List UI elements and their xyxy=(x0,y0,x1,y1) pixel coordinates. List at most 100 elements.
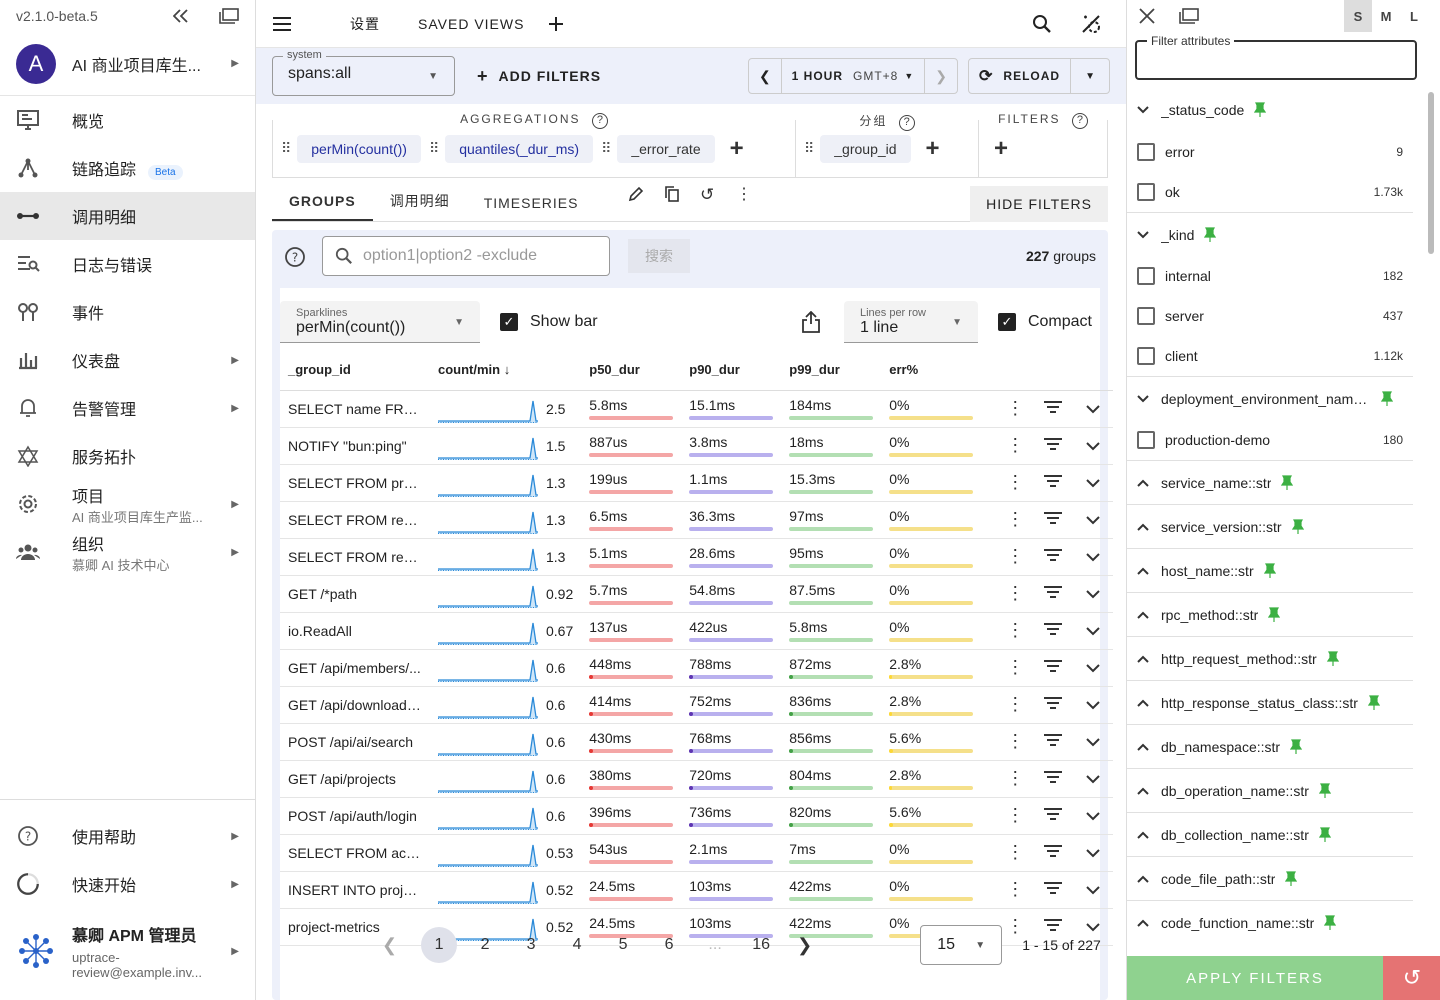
share-icon[interactable] xyxy=(802,311,820,333)
attribute-header[interactable]: db_collection_name::str xyxy=(1127,812,1413,856)
table-row[interactable]: SELECT FROM replic... 1.3 6.5ms 36.3ms 9… xyxy=(280,501,1114,539)
per-page-select[interactable]: 15 ▼ xyxy=(920,925,1003,965)
tab-spans[interactable]: 调用明细 xyxy=(373,191,467,221)
table-row[interactable]: INSERT INTO project_... 0.52 24.5ms 103m… xyxy=(280,871,1114,909)
page-button[interactable]: 6 xyxy=(651,927,687,963)
add-icon[interactable] xyxy=(548,16,564,32)
tab-timeseries[interactable]: TIMESERIES xyxy=(467,195,596,221)
filter-lines-icon[interactable] xyxy=(1041,400,1065,414)
copy-icon[interactable] xyxy=(664,186,680,202)
search-input[interactable]: option1|option2 -exclude xyxy=(322,236,610,276)
table-row[interactable]: GET /api/members/... 0.6 448ms 788ms 872… xyxy=(280,649,1114,687)
pin-icon[interactable] xyxy=(1326,650,1339,667)
pin-icon[interactable] xyxy=(1381,390,1393,407)
user-card[interactable]: 慕卿 APM 管理员 uptrace- review@example.inv..… xyxy=(0,908,255,1000)
group-name[interactable]: NOTIFY "bun:ping" xyxy=(280,427,430,465)
nav-item-5[interactable]: 仪表盘 ▶ xyxy=(0,336,255,384)
reload-button[interactable]: ⟳ RELOAD xyxy=(969,59,1072,93)
size-s-button[interactable]: S xyxy=(1344,0,1372,32)
drag-handle-icon[interactable]: ⠿ xyxy=(601,140,611,157)
table-row[interactable]: io.ReadAll 0.67 137us 422us 5.8ms 0% ⋮ xyxy=(280,612,1114,650)
attribute-header[interactable]: http_request_method::str xyxy=(1127,636,1413,680)
attribute-header[interactable]: service_name::str xyxy=(1127,460,1413,504)
chevron-down-icon[interactable] xyxy=(1081,774,1105,784)
size-m-button[interactable]: M xyxy=(1372,0,1400,32)
more-vert-icon[interactable]: ⋮ xyxy=(1003,546,1027,567)
group-name[interactable]: GET /api/downloads/... xyxy=(280,686,430,724)
col-err[interactable]: err% xyxy=(881,350,982,391)
attribute-header[interactable]: code_function_name::str xyxy=(1127,900,1413,944)
group-name[interactable]: SELECT FROM achiev... xyxy=(280,834,430,872)
lines-per-row-select[interactable]: Lines per row 1 line ▼ xyxy=(843,301,978,343)
group-chip[interactable]: _group_id xyxy=(820,134,911,163)
table-row[interactable]: SELECT FROM projec... 1.3 199us 1.1ms 15… xyxy=(280,464,1114,502)
compact-checkbox[interactable]: ✓ xyxy=(997,313,1016,331)
more-vert-icon[interactable]: ⋮ xyxy=(1003,657,1027,678)
pin-icon[interactable] xyxy=(1204,226,1217,243)
chevron-down-icon[interactable] xyxy=(1081,700,1105,710)
window-icon[interactable] xyxy=(219,8,239,24)
edit-icon[interactable] xyxy=(628,186,644,202)
table-row[interactable]: SELECT name FROM... 2.5 5.8ms 15.1ms 184… xyxy=(280,390,1114,428)
attribute-value-row[interactable]: error 9 xyxy=(1127,132,1413,172)
filter-lines-icon[interactable] xyxy=(1041,437,1065,451)
filter-lines-icon[interactable] xyxy=(1041,807,1065,821)
more-vert-icon[interactable]: ⋮ xyxy=(1003,694,1027,715)
help-icon[interactable]: ? xyxy=(284,246,306,268)
nav-item-2[interactable]: 调用明细 xyxy=(0,192,255,240)
chevron-down-icon[interactable] xyxy=(1081,404,1105,414)
filter-lines-icon[interactable] xyxy=(1041,696,1065,710)
reload-menu-button[interactable]: ▼ xyxy=(1071,59,1109,93)
chevron-down-icon[interactable] xyxy=(1081,663,1105,673)
attribute-checkbox[interactable] xyxy=(1137,143,1155,161)
chevron-down-icon[interactable] xyxy=(1081,811,1105,821)
attribute-value-row[interactable]: ok 1.73k xyxy=(1127,172,1413,212)
chevron-down-icon[interactable] xyxy=(1081,552,1105,562)
menu-icon[interactable] xyxy=(272,16,292,32)
prev-page-icon[interactable]: ❮ xyxy=(382,935,397,956)
reset-filters-button[interactable]: ↺ xyxy=(1383,956,1440,1000)
pin-icon[interactable] xyxy=(1318,826,1331,843)
nav-item-8[interactable]: 项目 AI 商业项目库生产监... ▶ xyxy=(0,480,255,528)
drag-handle-icon[interactable]: ⠿ xyxy=(429,140,439,157)
table-row[interactable]: GET /*path 0.92 5.7ms 54.8ms 87.5ms 0% ⋮ xyxy=(280,575,1114,613)
more-vert-icon[interactable]: ⋮ xyxy=(1003,472,1027,493)
table-row[interactable]: GET /api/projects 0.6 380ms 720ms 804ms … xyxy=(280,760,1114,798)
more-vert-icon[interactable]: ⋮ xyxy=(1003,509,1027,530)
attribute-value-row[interactable]: server 437 xyxy=(1127,296,1413,336)
add-group-button[interactable]: + xyxy=(919,135,947,163)
group-name[interactable]: SELECT FROM replic... xyxy=(280,501,430,539)
attribute-value-row[interactable]: internal 182 xyxy=(1127,256,1413,296)
chevron-down-icon[interactable] xyxy=(1081,478,1105,488)
drag-handle-icon[interactable]: ⠿ xyxy=(804,140,814,157)
table-row[interactable]: POST /api/ai/search 0.6 430ms 768ms 856m… xyxy=(280,723,1114,761)
size-l-button[interactable]: L xyxy=(1400,0,1428,32)
filter-lines-icon[interactable] xyxy=(1041,511,1065,525)
group-name[interactable]: SELECT FROM projec... xyxy=(280,464,430,502)
system-select[interactable]: system spans:all ▼ xyxy=(272,49,455,96)
attribute-value-row[interactable]: client 1.12k xyxy=(1127,336,1413,376)
period-select[interactable]: 1 HOUR GMT+8 ▼ xyxy=(782,59,926,93)
attribute-header[interactable]: db_namespace::str xyxy=(1127,724,1413,768)
show-bar-checkbox[interactable]: ✓ xyxy=(500,313,518,331)
collapse-icon[interactable] xyxy=(173,9,193,23)
sparklines-select[interactable]: Sparklines perMin(count()) ▼ xyxy=(280,301,480,343)
apply-filters-button[interactable]: APPLY FILTERS xyxy=(1127,956,1383,1000)
filter-lines-icon[interactable] xyxy=(1041,474,1065,488)
attribute-checkbox[interactable] xyxy=(1137,307,1155,325)
group-name[interactable]: POST /api/auth/login xyxy=(280,797,430,835)
period-next-button[interactable]: ❯ xyxy=(925,59,957,93)
reset-icon[interactable]: ↺ xyxy=(700,185,714,205)
group-name[interactable]: GET /api/projects xyxy=(280,760,430,798)
attribute-header[interactable]: deployment_environment_name... xyxy=(1127,376,1413,420)
attribute-header[interactable]: host_name::str xyxy=(1127,548,1413,592)
search-icon[interactable] xyxy=(1032,14,1052,34)
more-vert-icon[interactable]: ⋮ xyxy=(1003,620,1027,641)
help-item[interactable]: ? 使用帮助 ▶ xyxy=(0,812,255,860)
attribute-header[interactable]: _status_code xyxy=(1127,88,1413,132)
more-vert-icon[interactable]: ⋮ xyxy=(1003,583,1027,604)
more-vert-icon[interactable]: ⋮ xyxy=(1003,879,1027,900)
more-vert-icon[interactable]: ⋮ xyxy=(736,184,752,204)
next-page-icon[interactable]: ❯ xyxy=(797,935,812,956)
nav-item-7[interactable]: 服务拓扑 xyxy=(0,432,255,480)
